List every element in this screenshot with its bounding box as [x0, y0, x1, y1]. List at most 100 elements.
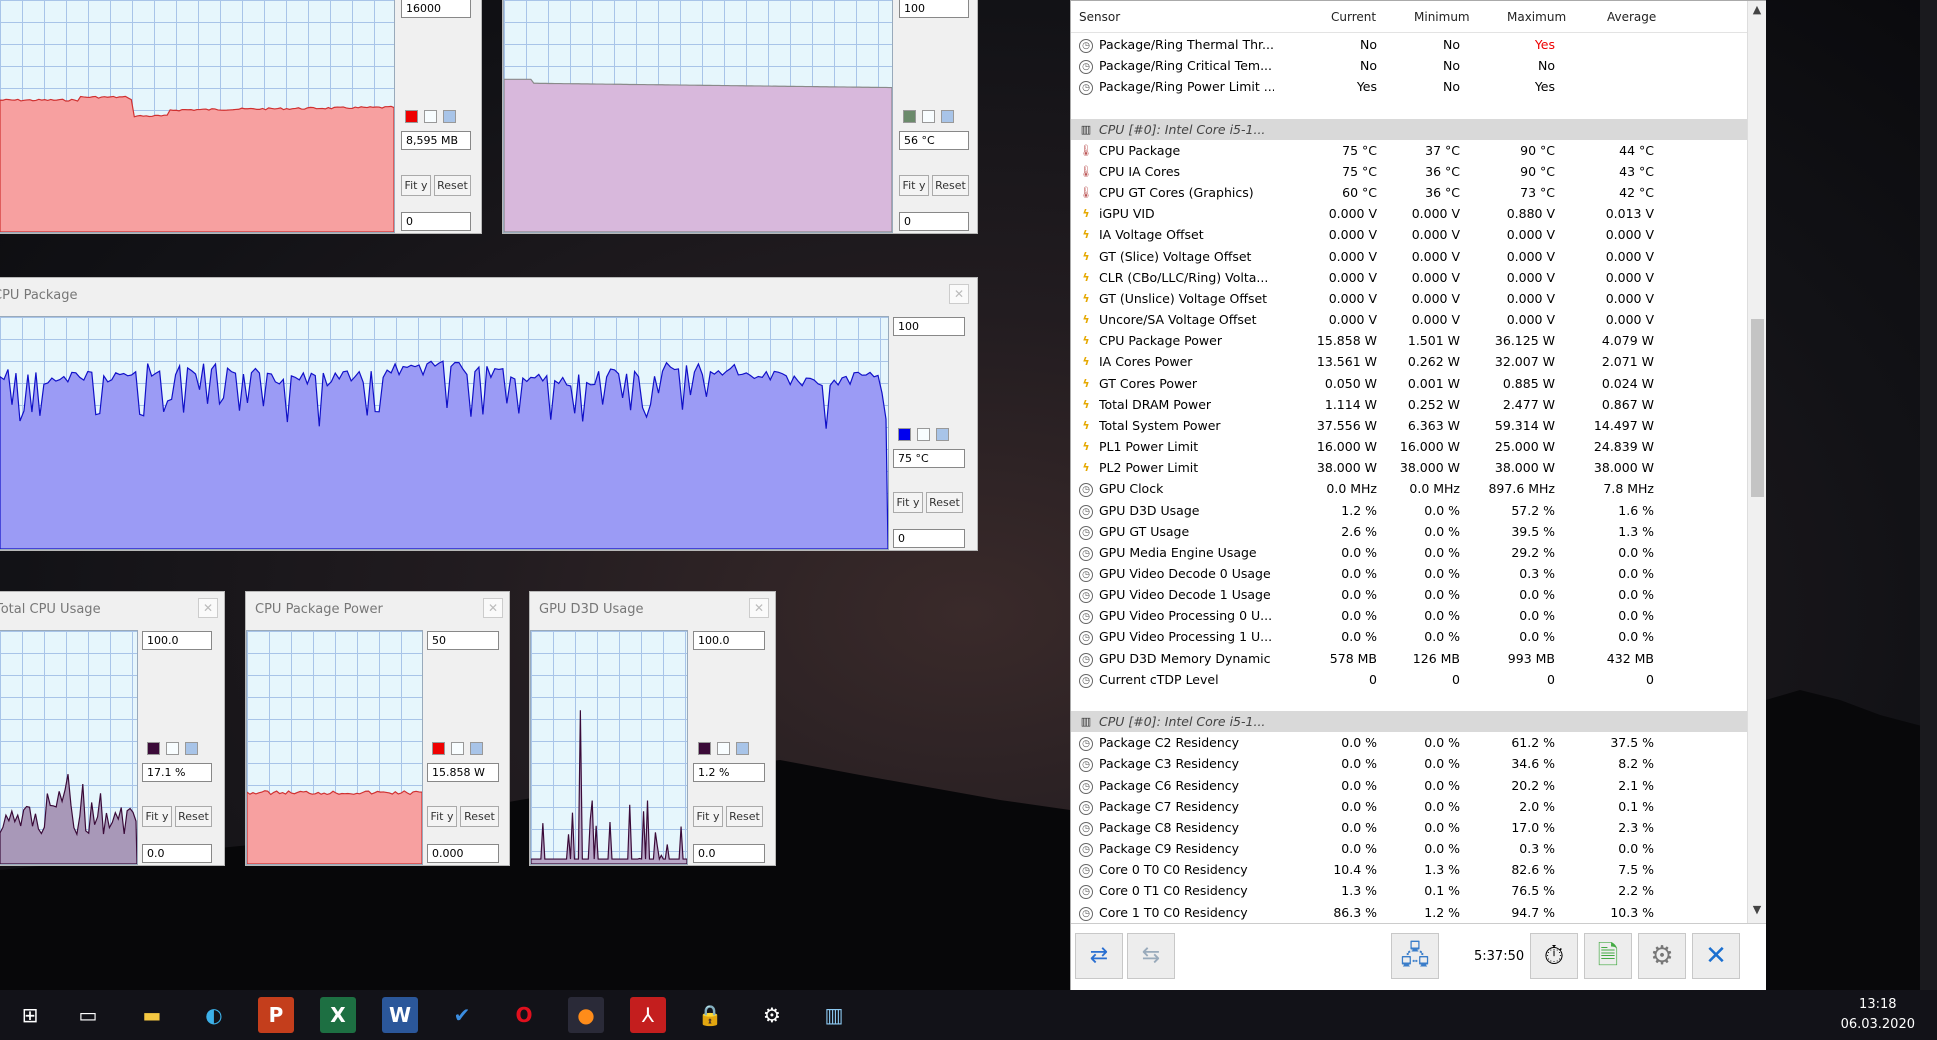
fit-y-button[interactable]: Fit y: [401, 175, 431, 196]
column-header-minimum[interactable]: Minimum: [1414, 10, 1470, 24]
settings-icon[interactable]: ⚙: [1638, 933, 1686, 979]
graph-min-value[interactable]: 0: [401, 212, 471, 231]
color-swatch-grid[interactable]: [443, 110, 456, 123]
sensor-row[interactable]: ◷ GPU D3D Usage 1.2 % 0.0 % 57.2 % 1.6 %: [1071, 500, 1747, 521]
reset-button[interactable]: Reset: [460, 806, 499, 827]
color-swatch-grid[interactable]: [941, 110, 954, 123]
sensor-row[interactable]: ϟ Total System Power 37.556 W 6.363 W 59.314…: [1071, 415, 1747, 436]
graph-min-value[interactable]: 0: [893, 529, 965, 548]
sensor-row[interactable]: ϟ Total DRAM Power 1.114 W 0.252 W 2.477 W 0.…: [1071, 394, 1747, 415]
column-header-average[interactable]: Average: [1607, 10, 1656, 24]
graph-max-value[interactable]: 100: [893, 317, 965, 336]
graph-max-value[interactable]: 100: [899, 0, 969, 18]
sensor-row[interactable]: ◷ Current cTDP Level 0 0 0 0: [1071, 669, 1747, 690]
sensor-row[interactable]: ◷ GPU Clock 0.0 MHz 0.0 MHz 897.6 MHz 7.8 MHz: [1071, 478, 1747, 499]
file-explorer-icon[interactable]: ▬: [134, 997, 170, 1033]
hwinfo-icon[interactable]: ▥: [816, 997, 852, 1033]
graph-min-value[interactable]: 0.000: [427, 844, 499, 863]
sensor-row[interactable]: ◷ Package C6 Residency 0.0 % 0.0 % 20.2 % 2.1…: [1071, 775, 1747, 796]
fit-y-button[interactable]: Fit y: [427, 806, 457, 827]
sensor-row[interactable]: ϟ GT Cores Power 0.050 W 0.001 W 0.885 W 0.02…: [1071, 373, 1747, 394]
sensor-row[interactable]: ◷ Package/Ring Power Limit ... Yes No Yes: [1071, 76, 1747, 97]
graph-max-value[interactable]: 16000: [401, 0, 471, 18]
color-swatch-bg[interactable]: [922, 110, 935, 123]
sensor-row[interactable]: ϟ IA Cores Power 13.561 W 0.262 W 32.007 W 2.…: [1071, 351, 1747, 372]
sensor-row[interactable]: ◷ Package/Ring Thermal Thr... No No Yes: [1071, 34, 1747, 55]
color-swatch-line[interactable]: [147, 742, 160, 755]
powerpoint-icon[interactable]: P: [258, 997, 294, 1033]
fit-y-button[interactable]: Fit y: [142, 806, 172, 827]
color-swatch-grid[interactable]: [936, 428, 949, 441]
network-icon[interactable]: 🖧: [1391, 933, 1439, 979]
graph-window-total-cpu-usage[interactable]: Total CPU Usage ✕ 100.0 17.1 % Fit y Res…: [0, 591, 225, 866]
graph-min-value[interactable]: 0.0: [142, 844, 212, 863]
word-icon[interactable]: W: [382, 997, 418, 1033]
graph-window-cpu-package[interactable]: CPU Package ✕ 100 75 °C Fit y Reset 0: [0, 277, 978, 551]
sensor-group-header[interactable]: ▥ CPU [#0]: Intel Core i5-1...: [1071, 118, 1747, 140]
sensor-row[interactable]: ϟ Uncore/SA Voltage Offset 0.000 V 0.000 V 0…: [1071, 309, 1747, 330]
graph-min-value[interactable]: 0.0: [693, 844, 765, 863]
sensor-row[interactable]: ◷ Package/Ring Critical Tem... No No No: [1071, 55, 1747, 76]
expand-arrows-icon[interactable]: ⇄: [1075, 933, 1123, 979]
close-icon[interactable]: ✕: [483, 598, 503, 618]
column-header-current[interactable]: Current: [1331, 10, 1376, 24]
collapse-arrows-icon[interactable]: ⇆: [1127, 933, 1175, 979]
report-icon[interactable]: 🗎: [1584, 933, 1632, 979]
excel-icon[interactable]: X: [320, 997, 356, 1033]
sensor-row[interactable]: 🌡 CPU IA Cores 75 °C 36 °C 90 °C 43 °C: [1071, 161, 1747, 182]
sensor-row[interactable]: ◷ Core 1 T0 C0 Residency 86.3 % 1.2 % 94.7 %…: [1071, 902, 1747, 923]
sensor-status-window[interactable]: Sensor Current Minimum Maximum Average ◷…: [1070, 0, 1766, 990]
sensor-row[interactable]: ϟ iGPU VID 0.000 V 0.000 V 0.880 V 0.013 V: [1071, 203, 1747, 224]
graph-min-value[interactable]: 0: [899, 212, 969, 231]
color-swatch-line[interactable]: [903, 110, 916, 123]
color-swatch-line[interactable]: [432, 742, 445, 755]
close-icon[interactable]: ✕: [949, 284, 969, 304]
sensor-row[interactable]: ◷ Package C3 Residency 0.0 % 0.0 % 34.6 % 8.2…: [1071, 753, 1747, 774]
sensor-row[interactable]: ◷ Core 0 T1 C0 Residency 1.3 % 0.1 % 76.5 % 2…: [1071, 880, 1747, 901]
color-swatch-bg[interactable]: [451, 742, 464, 755]
acrobat-icon[interactable]: ⅄: [630, 997, 666, 1033]
close-icon[interactable]: ✕: [198, 598, 218, 618]
sensor-row[interactable]: ◷ GPU GT Usage 2.6 % 0.0 % 39.5 % 1.3 %: [1071, 521, 1747, 542]
color-swatch-grid[interactable]: [736, 742, 749, 755]
task-view-icon[interactable]: ▭: [70, 997, 106, 1033]
color-swatch-bg[interactable]: [166, 742, 179, 755]
sensor-group-header[interactable]: ▥ CPU [#0]: Intel Core i5-1...: [1071, 711, 1747, 733]
color-swatch-bg[interactable]: [717, 742, 730, 755]
graph-max-value[interactable]: 50: [427, 631, 499, 650]
sensor-row[interactable]: ϟ GT (Unslice) Voltage Offset 0.000 V 0.000…: [1071, 288, 1747, 309]
sensor-row[interactable]: ◷ GPU Media Engine Usage 0.0 % 0.0 % 29.2 % 0…: [1071, 542, 1747, 563]
firefox-icon[interactable]: ●: [568, 997, 604, 1033]
sensor-row[interactable]: 🌡 CPU Package 75 °C 37 °C 90 °C 44 °C: [1071, 140, 1747, 161]
sensor-row[interactable]: ϟ GT (Slice) Voltage Offset 0.000 V 0.000 V…: [1071, 246, 1747, 267]
sensor-row[interactable]: ◷ GPU Video Processing 1 U... 0.0 % 0.0 % 0.…: [1071, 626, 1747, 647]
sensor-row[interactable]: ◷ Package C2 Residency 0.0 % 0.0 % 61.2 % 37.…: [1071, 732, 1747, 753]
vertical-scrollbar[interactable]: ▲ ▼: [1747, 1, 1766, 923]
color-swatch-grid[interactable]: [185, 742, 198, 755]
graph-window-gpu-d3d-usage[interactable]: GPU D3D Usage ✕ 100.0 1.2 % Fit y Reset …: [529, 591, 776, 866]
edge-icon[interactable]: ◐: [196, 997, 232, 1033]
sensor-row[interactable]: ◷ Package C9 Residency 0.0 % 0.0 % 0.3 % 0.0 …: [1071, 838, 1747, 859]
sensor-row[interactable]: ϟ IA Voltage Offset 0.000 V 0.000 V 0.000 V 0…: [1071, 224, 1747, 245]
settings-gear-icon[interactable]: ⚙: [754, 997, 790, 1033]
clock-icon[interactable]: ⏱: [1530, 933, 1578, 979]
reset-button[interactable]: Reset: [175, 806, 212, 827]
color-swatch-bg[interactable]: [917, 428, 930, 441]
color-swatch-line[interactable]: [898, 428, 911, 441]
color-swatch-bg[interactable]: [424, 110, 437, 123]
sensor-row[interactable]: ◷ GPU Video Decode 1 Usage 0.0 % 0.0 % 0.0 %…: [1071, 584, 1747, 605]
graph-window-temperature[interactable]: 100 56 °C Fit y Reset 0: [502, 0, 978, 234]
sensor-row[interactable]: ϟ CPU Package Power 15.858 W 1.501 W 36.125 …: [1071, 330, 1747, 351]
color-swatch-line[interactable]: [698, 742, 711, 755]
graph-window-memory[interactable]: 16000 8,595 MB Fit y Reset 0: [0, 0, 482, 234]
fit-y-button[interactable]: Fit y: [693, 806, 723, 827]
sensor-row[interactable]: ◷ Package C8 Residency 0.0 % 0.0 % 17.0 % 2.3…: [1071, 817, 1747, 838]
reset-button[interactable]: Reset: [932, 175, 969, 196]
scrollbar-thumb[interactable]: [1751, 319, 1764, 497]
column-header-maximum[interactable]: Maximum: [1507, 10, 1566, 24]
graph-max-value[interactable]: 100.0: [693, 631, 765, 650]
fit-y-button[interactable]: Fit y: [899, 175, 929, 196]
windows-start-icon[interactable]: ⊞: [12, 997, 48, 1033]
opera-icon[interactable]: O: [506, 997, 542, 1033]
sensor-row[interactable]: ◷ GPU Video Processing 0 U... 0.0 % 0.0 % 0.…: [1071, 605, 1747, 626]
